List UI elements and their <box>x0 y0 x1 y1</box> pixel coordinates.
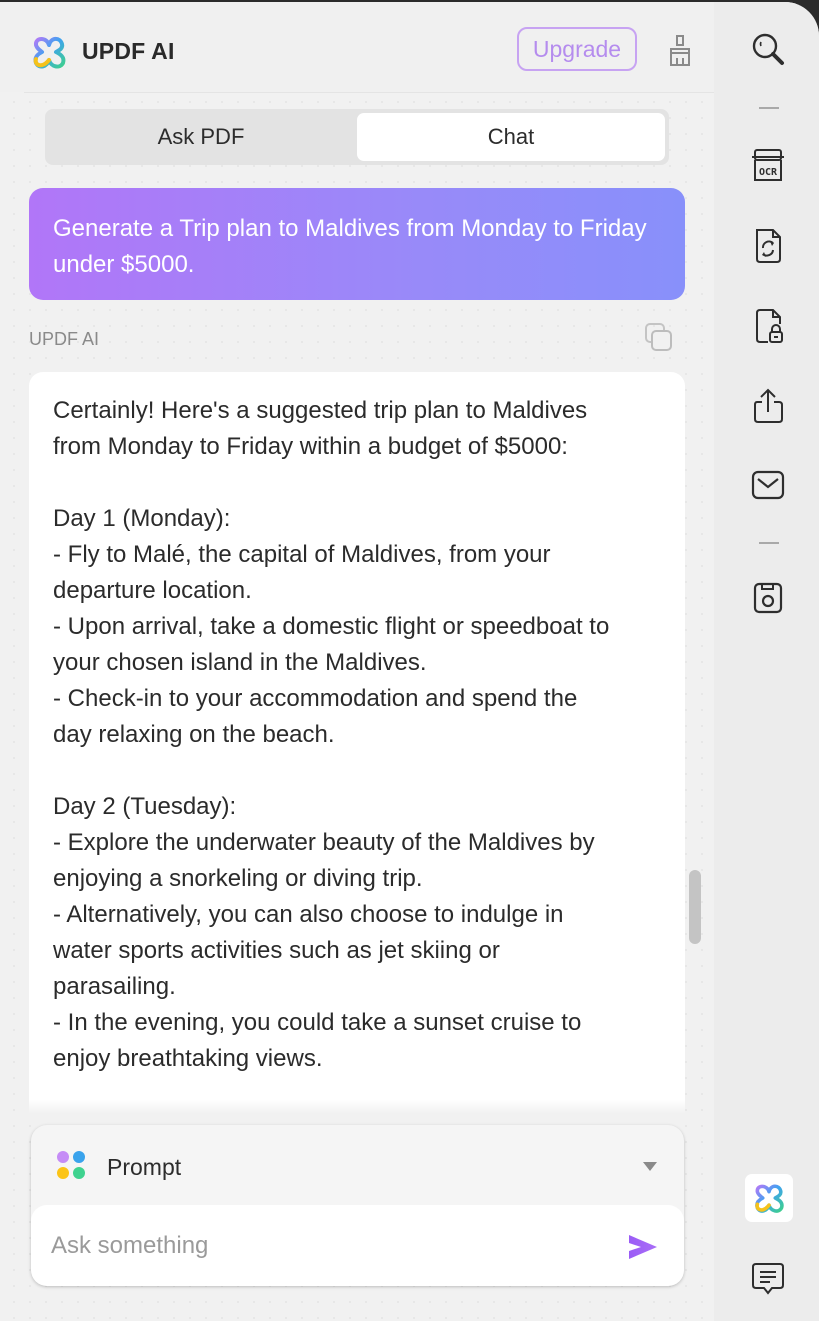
updf-logo-icon <box>30 33 68 71</box>
tool-sidebar: OCR <box>714 2 819 1321</box>
panel-header: UPDF AI Upgrade <box>0 2 714 92</box>
prompt-selector[interactable]: Prompt <box>31 1125 684 1205</box>
ai-sender-label: UPDF AI <box>29 329 100 349</box>
ai-response-line: - Check-in to your accommodation and spe… <box>53 685 578 712</box>
tab-chat[interactable]: Chat <box>357 113 665 161</box>
ai-response-line: - Explore the underwater beauty of the M… <box>53 829 595 856</box>
save-icon[interactable] <box>751 580 785 616</box>
ai-response-line: Day 2 (Tuesday): <box>53 793 237 820</box>
share-icon[interactable] <box>751 388 785 424</box>
sidebar-divider <box>759 107 779 109</box>
ai-response-line: day relaxing on the beach. <box>53 721 335 748</box>
app-window: UPDF AI Upgrade Ask PDF Chat Generate a … <box>0 2 819 1321</box>
comment-icon[interactable] <box>751 1262 785 1298</box>
ai-response-line: Day 1 (Monday): <box>53 505 231 532</box>
ai-response-line: parasailing. <box>53 973 176 1000</box>
ai-response-line: departure location. <box>53 577 252 604</box>
chevron-down-icon[interactable] <box>643 1162 657 1171</box>
mode-tabs: Ask PDF Chat <box>45 109 669 165</box>
ai-response-line <box>53 465 661 501</box>
ocr-icon[interactable]: OCR <box>751 148 785 184</box>
ai-response-line: water sports activities such as jet skii… <box>53 937 500 964</box>
search-icon[interactable] <box>751 32 785 68</box>
prompt-dots-icon <box>56 1150 88 1182</box>
user-message-bubble: Generate a Trip plan to Maldives from Mo… <box>29 188 685 300</box>
ask-input[interactable] <box>49 1223 613 1269</box>
tab-ask-pdf[interactable]: Ask PDF <box>45 113 357 161</box>
send-icon[interactable] <box>627 1233 659 1261</box>
sidebar-divider <box>759 542 779 544</box>
header-divider <box>24 92 714 93</box>
updf-ai-icon <box>752 1181 786 1215</box>
ai-response-line: - Upon arrival, take a domestic flight o… <box>53 613 610 640</box>
protect-pdf-icon[interactable] <box>751 308 785 344</box>
ai-response-line: enjoy breathtaking views. <box>53 1045 323 1072</box>
ai-response-line: - In the evening, you could take a sunse… <box>53 1009 582 1036</box>
chat-scrollbar[interactable] <box>689 870 701 944</box>
app-title: UPDF AI <box>82 38 175 64</box>
ai-response-line: - Fly to Malé, the capital of Maldives, … <box>53 541 551 568</box>
upgrade-button[interactable]: Upgrade <box>517 27 637 71</box>
svg-text:OCR: OCR <box>759 167 778 178</box>
updf-ai-button[interactable] <box>745 1174 793 1222</box>
scroll-fade <box>29 1100 685 1114</box>
prompt-label: Prompt <box>107 1154 182 1180</box>
ai-response-line: your chosen island in the Maldives. <box>53 649 427 676</box>
ask-row <box>31 1205 684 1286</box>
convert-pdf-icon[interactable] <box>751 228 785 264</box>
email-icon[interactable] <box>751 468 785 504</box>
ai-response-line: from Monday to Friday within a budget of… <box>53 433 568 460</box>
ai-response-line <box>53 753 661 789</box>
ai-panel: UPDF AI Upgrade Ask PDF Chat Generate a … <box>0 2 714 1321</box>
copy-icon[interactable] <box>644 322 674 354</box>
ai-response-bubble: Certainly! Here's a suggested trip plan … <box>29 372 685 1107</box>
composer: Prompt <box>31 1125 684 1286</box>
clear-brush-icon[interactable] <box>666 34 694 68</box>
ai-response-line: enjoying a snorkeling or diving trip. <box>53 865 423 892</box>
ai-response-line: Certainly! Here's a suggested trip plan … <box>53 397 588 424</box>
ai-response-line: - Alternatively, you can also choose to … <box>53 901 564 928</box>
